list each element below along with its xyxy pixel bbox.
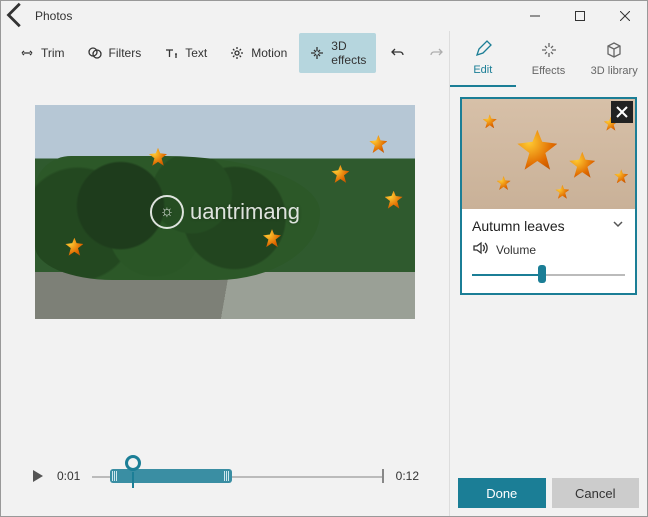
- filters-label: Filters: [109, 46, 142, 60]
- effect-panel: Autumn leaves Volume: [450, 87, 647, 470]
- tab-effects-label: Effects: [532, 65, 565, 77]
- back-button[interactable]: [1, 0, 31, 33]
- footer: Done Cancel: [450, 470, 647, 516]
- side-tabs: Edit Effects 3D library: [450, 31, 647, 87]
- volume-label: Volume: [496, 243, 536, 257]
- tab-3d-library[interactable]: 3D library: [581, 31, 647, 87]
- undo-button[interactable]: [380, 39, 416, 67]
- minimize-button[interactable]: [512, 1, 557, 31]
- cancel-label: Cancel: [575, 486, 615, 501]
- text-button[interactable]: Text: [153, 39, 217, 67]
- maximize-button[interactable]: [557, 1, 602, 31]
- time-duration: 0:12: [396, 469, 419, 483]
- chevron-down-icon: [611, 217, 625, 234]
- volume-row: Volume: [462, 238, 635, 263]
- toolbar: Trim Filters Text Motion 3D effects: [1, 31, 449, 75]
- watermark-text: uantrimang: [190, 199, 300, 225]
- effect-span-handle-left[interactable]: [112, 471, 118, 481]
- effect-card: Autumn leaves Volume: [460, 97, 637, 295]
- motion-label: Motion: [251, 46, 287, 60]
- playhead[interactable]: [125, 455, 141, 471]
- redo-icon: [428, 45, 444, 61]
- tab-edit[interactable]: Edit: [450, 31, 516, 87]
- timeline: 0:01 0:12: [1, 436, 449, 516]
- undo-icon: [390, 45, 406, 61]
- trim-icon: [19, 45, 35, 61]
- trim-label: Trim: [41, 46, 65, 60]
- done-button[interactable]: Done: [458, 478, 546, 508]
- video-canvas-wrap: ☼ uantrimang: [1, 75, 449, 436]
- 3d-effects-button[interactable]: 3D effects: [299, 33, 376, 73]
- video-preview[interactable]: ☼ uantrimang: [35, 105, 415, 319]
- titlebar: Photos: [1, 1, 647, 31]
- motion-button[interactable]: Motion: [219, 39, 297, 67]
- sparkle-icon: [309, 45, 325, 61]
- text-icon: [163, 45, 179, 61]
- effects-icon: [540, 41, 558, 62]
- speaker-icon: [472, 240, 488, 259]
- side-panel: Edit Effects 3D library: [449, 31, 647, 516]
- effect-thumbnail[interactable]: [462, 99, 635, 209]
- watermark: ☼ uantrimang: [150, 195, 300, 229]
- time-current: 0:01: [57, 469, 80, 483]
- volume-slider[interactable]: [472, 267, 625, 281]
- effect-title-row[interactable]: Autumn leaves: [462, 209, 635, 238]
- bulb-icon: ☼: [150, 195, 184, 229]
- cancel-button[interactable]: Cancel: [552, 478, 640, 508]
- tab-edit-label: Edit: [473, 64, 492, 76]
- tab-effects[interactable]: Effects: [516, 31, 582, 87]
- app-title: Photos: [31, 9, 72, 23]
- play-button[interactable]: [31, 469, 45, 483]
- redo-button: [418, 39, 454, 67]
- trim-button[interactable]: Trim: [9, 39, 75, 67]
- effect-span[interactable]: [110, 469, 232, 483]
- 3d-effects-label: 3D effects: [331, 39, 366, 67]
- close-button[interactable]: [602, 1, 647, 31]
- pencil-icon: [474, 40, 492, 61]
- motion-icon: [229, 45, 245, 61]
- done-label: Done: [486, 486, 517, 501]
- text-label: Text: [185, 46, 207, 60]
- effect-name: Autumn leaves: [472, 218, 565, 234]
- filters-button[interactable]: Filters: [77, 39, 152, 67]
- filters-icon: [87, 45, 103, 61]
- volume-slider-knob[interactable]: [538, 265, 546, 283]
- editor-pane: Trim Filters Text Motion 3D effects: [1, 31, 449, 516]
- app-window: Photos Trim Filters: [0, 0, 648, 517]
- timeline-track[interactable]: [92, 461, 383, 491]
- cube-icon: [605, 41, 623, 62]
- tab-library-label: 3D library: [591, 65, 638, 77]
- remove-effect-button[interactable]: [611, 101, 633, 123]
- effect-span-handle-right[interactable]: [224, 471, 230, 481]
